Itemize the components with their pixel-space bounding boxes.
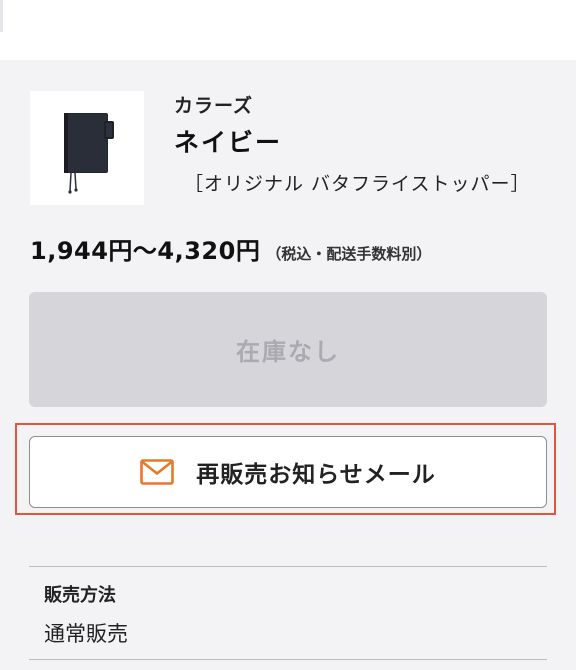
restock-notification-label: 再販売お知らせメール (196, 462, 436, 488)
price-row: 1,944円〜4,320円 （税込・配送手数料別） (30, 231, 431, 266)
product-thumbnail[interactable] (30, 91, 144, 205)
price-range: 1,944円〜4,320円 (30, 237, 261, 265)
product-variant: ［オリジナル バタフライストッパー］ (184, 173, 531, 195)
section-divider-bottom (29, 659, 547, 660)
notebook-cover-image (30, 91, 144, 205)
out-of-stock-label: 在庫なし (236, 338, 340, 366)
restock-notification-button[interactable]: 再販売お知らせメール (29, 436, 547, 508)
product-category: カラーズ (174, 95, 254, 117)
sales-method-heading: 販売方法 (44, 585, 116, 606)
sales-method-value: 通常販売 (44, 622, 128, 646)
out-of-stock-button: 在庫なし (29, 292, 547, 407)
top-bar (0, 0, 576, 60)
product-color-name: ネイビー (174, 128, 283, 157)
top-bar-edge (0, 0, 3, 32)
mail-icon (140, 459, 175, 485)
product-summary: カラーズ ネイビー ［オリジナル バタフライストッパー］ (30, 91, 550, 209)
price-tax-note: （税込・配送手数料別） (266, 245, 432, 263)
section-divider-top (29, 566, 547, 567)
